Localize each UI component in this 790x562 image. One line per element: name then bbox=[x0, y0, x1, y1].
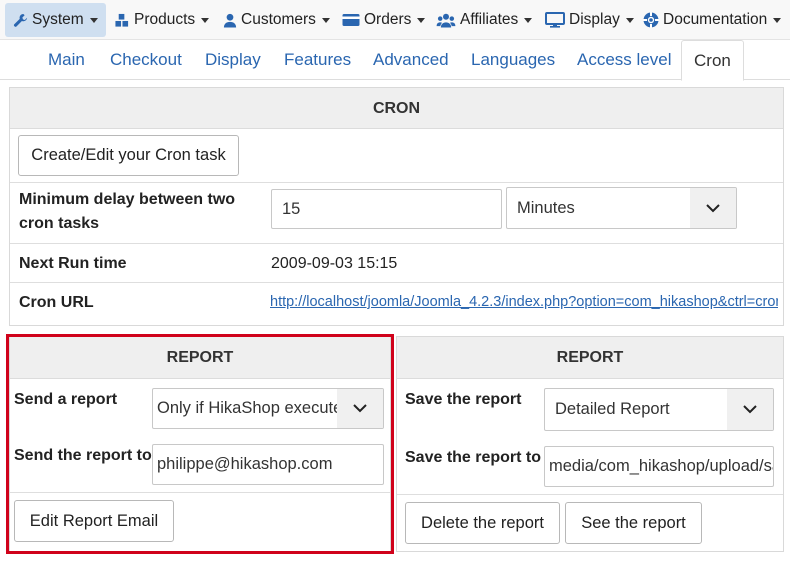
edit-report-email-button[interactable]: Edit Report Email bbox=[14, 500, 174, 542]
next-run-value: 2009-09-03 15:15 bbox=[271, 255, 398, 272]
chevron-down-icon bbox=[201, 17, 210, 23]
create-cron-task-button[interactable]: Create/Edit your Cron task bbox=[18, 135, 239, 176]
save-report-select[interactable]: Detailed Report bbox=[544, 388, 774, 431]
cron-url-link[interactable]: http://localhost/joomla/Joomla_4.2.3/ind… bbox=[270, 294, 778, 310]
menu-display[interactable]: Display bbox=[545, 3, 634, 37]
save-report-label: Save the report bbox=[405, 391, 522, 408]
save-report-to-label: Save the report to bbox=[405, 449, 542, 466]
menu-label: Customers bbox=[241, 11, 316, 28]
chevron-down-icon bbox=[690, 188, 736, 228]
top-menu-bar: System Products Customers Orders Affilia… bbox=[0, 0, 790, 40]
menu-label: Orders bbox=[364, 11, 412, 28]
menu-label: Documentation bbox=[663, 11, 768, 28]
chevron-down-icon bbox=[321, 17, 330, 23]
divider bbox=[10, 243, 783, 244]
send-report-label: Send a report bbox=[14, 391, 118, 408]
report-send-panel: REPORT Send a report Only if HikaShop ex… bbox=[9, 336, 391, 552]
chevron-down-icon bbox=[773, 17, 782, 23]
divider bbox=[397, 494, 783, 495]
min-delay-label: Minimum delay between two cron tasks bbox=[19, 191, 236, 232]
monitor-icon bbox=[545, 12, 565, 28]
report-save-panel: REPORT Save the report Detailed Report S… bbox=[396, 336, 784, 552]
select-value: Detailed Report bbox=[555, 400, 670, 418]
menu-documentation[interactable]: Documentation bbox=[643, 3, 782, 37]
menu-label: System bbox=[32, 11, 84, 28]
select-value: Minutes bbox=[517, 198, 575, 217]
delete-report-button[interactable]: Delete the report bbox=[405, 502, 560, 544]
chevron-down-icon bbox=[727, 389, 773, 430]
menu-label: Products bbox=[134, 11, 196, 28]
lifebuoy-icon bbox=[643, 12, 659, 28]
chevron-down-icon bbox=[417, 17, 426, 23]
menu-system[interactable]: System bbox=[5, 3, 106, 37]
next-run-label: Next Run time bbox=[19, 255, 127, 272]
divider bbox=[10, 282, 783, 283]
chevron-down-icon bbox=[337, 389, 383, 428]
menu-affiliates[interactable]: Affiliates bbox=[436, 3, 533, 37]
tab-main[interactable]: Main bbox=[48, 40, 85, 80]
cron-url-label: Cron URL bbox=[19, 294, 94, 311]
min-delay-input[interactable]: 15 bbox=[271, 189, 502, 229]
menu-customers[interactable]: Customers bbox=[223, 3, 330, 37]
min-delay-unit-select[interactable]: Minutes bbox=[506, 187, 737, 229]
chevron-down-icon bbox=[89, 17, 98, 23]
menu-orders[interactable]: Orders bbox=[342, 3, 426, 37]
menu-products[interactable]: Products bbox=[114, 3, 210, 37]
divider bbox=[10, 182, 783, 183]
config-tabs: Main Checkout Display Features Advanced … bbox=[0, 40, 790, 81]
cubes-icon bbox=[115, 13, 129, 27]
users-icon bbox=[436, 13, 456, 28]
tab-advanced[interactable]: Advanced bbox=[373, 40, 449, 80]
tab-cron[interactable]: Cron bbox=[681, 40, 744, 81]
chevron-down-icon bbox=[524, 17, 533, 23]
see-report-button[interactable]: See the report bbox=[565, 502, 702, 544]
divider bbox=[10, 492, 390, 493]
tab-display[interactable]: Display bbox=[205, 40, 261, 80]
tab-checkout[interactable]: Checkout bbox=[110, 40, 182, 80]
send-report-to-label: Send the report to bbox=[14, 447, 152, 464]
send-report-to-input[interactable]: philippe@hikashop.com bbox=[152, 444, 384, 485]
send-report-select[interactable]: Only if HikaShop executed a task bbox=[152, 388, 384, 429]
user-icon bbox=[223, 13, 237, 28]
chevron-down-icon bbox=[625, 17, 634, 23]
credit-card-icon bbox=[342, 14, 360, 26]
cron-panel: CRON Create/Edit your Cron task Minimum … bbox=[9, 87, 784, 326]
menu-label: Affiliates bbox=[460, 11, 519, 28]
save-report-to-input[interactable]: media/com_hikashop/upload/safe/logs/repo… bbox=[544, 446, 774, 487]
tab-features[interactable]: Features bbox=[284, 40, 351, 80]
cron-heading: CRON bbox=[10, 88, 783, 129]
menu-label: Display bbox=[569, 11, 620, 28]
wrench-icon bbox=[13, 13, 28, 27]
tab-access-level[interactable]: Access level bbox=[577, 40, 671, 80]
tab-languages[interactable]: Languages bbox=[471, 40, 555, 80]
report-send-heading: REPORT bbox=[10, 337, 390, 379]
report-save-heading: REPORT bbox=[397, 337, 783, 379]
